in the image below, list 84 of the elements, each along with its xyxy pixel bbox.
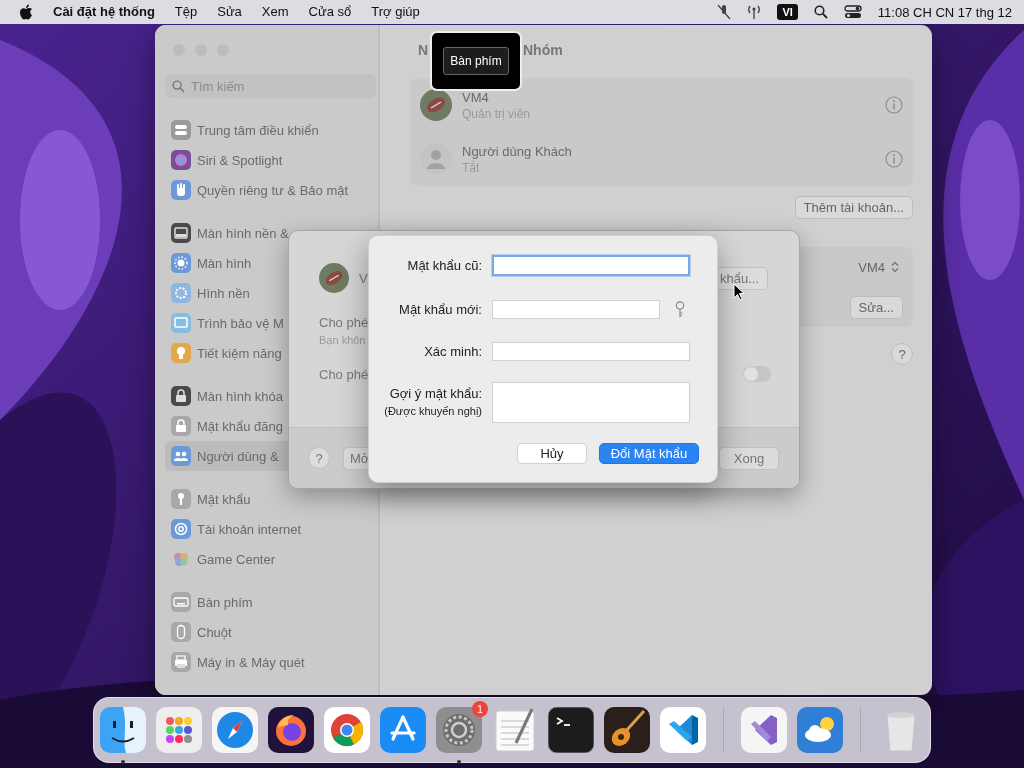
lock-icon [171, 386, 191, 406]
printer-icon [171, 652, 191, 672]
arrow-cursor-icon [733, 283, 745, 301]
user-name: Người dùng Khách [462, 143, 573, 159]
guitar-icon[interactable] [604, 707, 650, 753]
code-editor-icon[interactable] [660, 707, 706, 753]
sidebar-item[interactable]: Mật khẩu [165, 484, 378, 514]
field-label: Mật khẩu cũ: [407, 258, 482, 273]
gear-icon[interactable] [436, 707, 482, 753]
option-label: Cho phé [319, 315, 370, 330]
app-menu[interactable]: Cài đặt hệ thống [43, 1, 165, 23]
sun-icon [171, 253, 191, 273]
screen-icon [171, 313, 191, 333]
edit-button[interactable]: Sửa... [849, 295, 903, 319]
window-icon [171, 223, 191, 243]
color-wheel-icon[interactable] [324, 707, 370, 753]
compass-icon[interactable] [212, 707, 258, 753]
face-icon[interactable] [100, 707, 146, 753]
account-popup[interactable]: VM4 [858, 259, 899, 275]
user-name: V [359, 270, 368, 286]
notification-badge: 1 [472, 701, 488, 717]
input-field[interactable] [492, 382, 690, 423]
page-title: N [418, 42, 430, 58]
field-note: (Được khuyến nghị) [384, 405, 482, 417]
chevron-up-down-icon [891, 261, 899, 273]
input-field[interactable] [492, 255, 690, 276]
clock[interactable]: 11:08 CH CN 17 thg 12 [877, 4, 1012, 20]
sidebar-item[interactable]: Game Center [165, 544, 378, 574]
search-field[interactable]: Tìm kiếm [165, 74, 376, 98]
field-label: Mật khẩu mới: [399, 302, 482, 317]
terminal-icon[interactable] [548, 707, 594, 753]
football-icon [319, 263, 349, 293]
cancel-button[interactable]: Hủy [517, 443, 587, 464]
menu-item[interactable]: Cửa sổ [298, 1, 362, 23]
sidebar-item[interactable]: Chuột [165, 617, 378, 647]
sidebar-item[interactable]: Tài khoản internet [165, 514, 378, 544]
field-label: Gợi ý mật khẩu: [389, 386, 482, 401]
sidebar-item[interactable]: Trung tâm điều khiển [165, 115, 378, 145]
input-field[interactable] [492, 300, 660, 319]
add-account-button[interactable]: Thêm tài khoản... [794, 196, 913, 219]
fox-icon[interactable] [268, 707, 314, 753]
input-source-badge[interactable]: VI [777, 4, 798, 20]
store-icon[interactable] [380, 707, 426, 753]
toggle-switch[interactable] [743, 366, 771, 382]
search-icon [172, 80, 185, 93]
menu-item[interactable]: Tệp [164, 1, 208, 23]
tooltip-label: Bàn phím [443, 47, 509, 75]
lock-icon [171, 416, 191, 436]
help-button[interactable]: ? [308, 447, 330, 469]
apple-icon[interactable] [19, 4, 33, 20]
sidebar-item[interactable]: Siri & Spotlight [165, 145, 378, 175]
orb-icon [171, 150, 191, 170]
change-password-button[interactable]: Đổi Mật khẩu [599, 443, 699, 464]
mouse-icon [171, 622, 191, 642]
sidebar-item[interactable]: Quyền riêng tư & Bảo mật [165, 175, 378, 205]
people-icon [171, 446, 191, 466]
flower-icon [171, 283, 191, 303]
cloud-sun-icon[interactable] [797, 707, 843, 753]
key-icon[interactable] [675, 301, 685, 318]
football-icon [420, 89, 452, 121]
help-button[interactable]: ? [891, 343, 913, 365]
toggles-icon [171, 120, 191, 140]
sidebar-item[interactable]: Máy in & Máy quét [165, 647, 378, 677]
keyboard-icon [171, 592, 191, 612]
menu-item[interactable]: Xem [251, 1, 299, 23]
search-icon[interactable] [813, 5, 828, 19]
user-name: VM4 [462, 89, 490, 105]
app-grid-icon[interactable] [156, 707, 202, 753]
input-field[interactable] [492, 342, 690, 361]
antenna-icon[interactable] [747, 4, 762, 20]
sidebar-item[interactable]: Bàn phím [165, 587, 378, 617]
option-label: Cho phé [319, 366, 370, 382]
key-icon [171, 489, 191, 509]
hand-icon [171, 180, 191, 200]
infinity-icon[interactable] [741, 707, 787, 753]
menu-item[interactable]: Trợ giúp [361, 1, 430, 23]
menu-item[interactable]: Sửa [207, 1, 252, 23]
option-note: Bạn khôn [319, 334, 367, 346]
muted-mic-icon[interactable] [717, 4, 732, 20]
done-button[interactable]: Xong [719, 446, 779, 470]
field-label: Xác minh: [424, 344, 482, 359]
bulb-icon [171, 343, 191, 363]
control-center-icon[interactable] [843, 5, 862, 19]
page-title: Nhóm [523, 42, 563, 58]
